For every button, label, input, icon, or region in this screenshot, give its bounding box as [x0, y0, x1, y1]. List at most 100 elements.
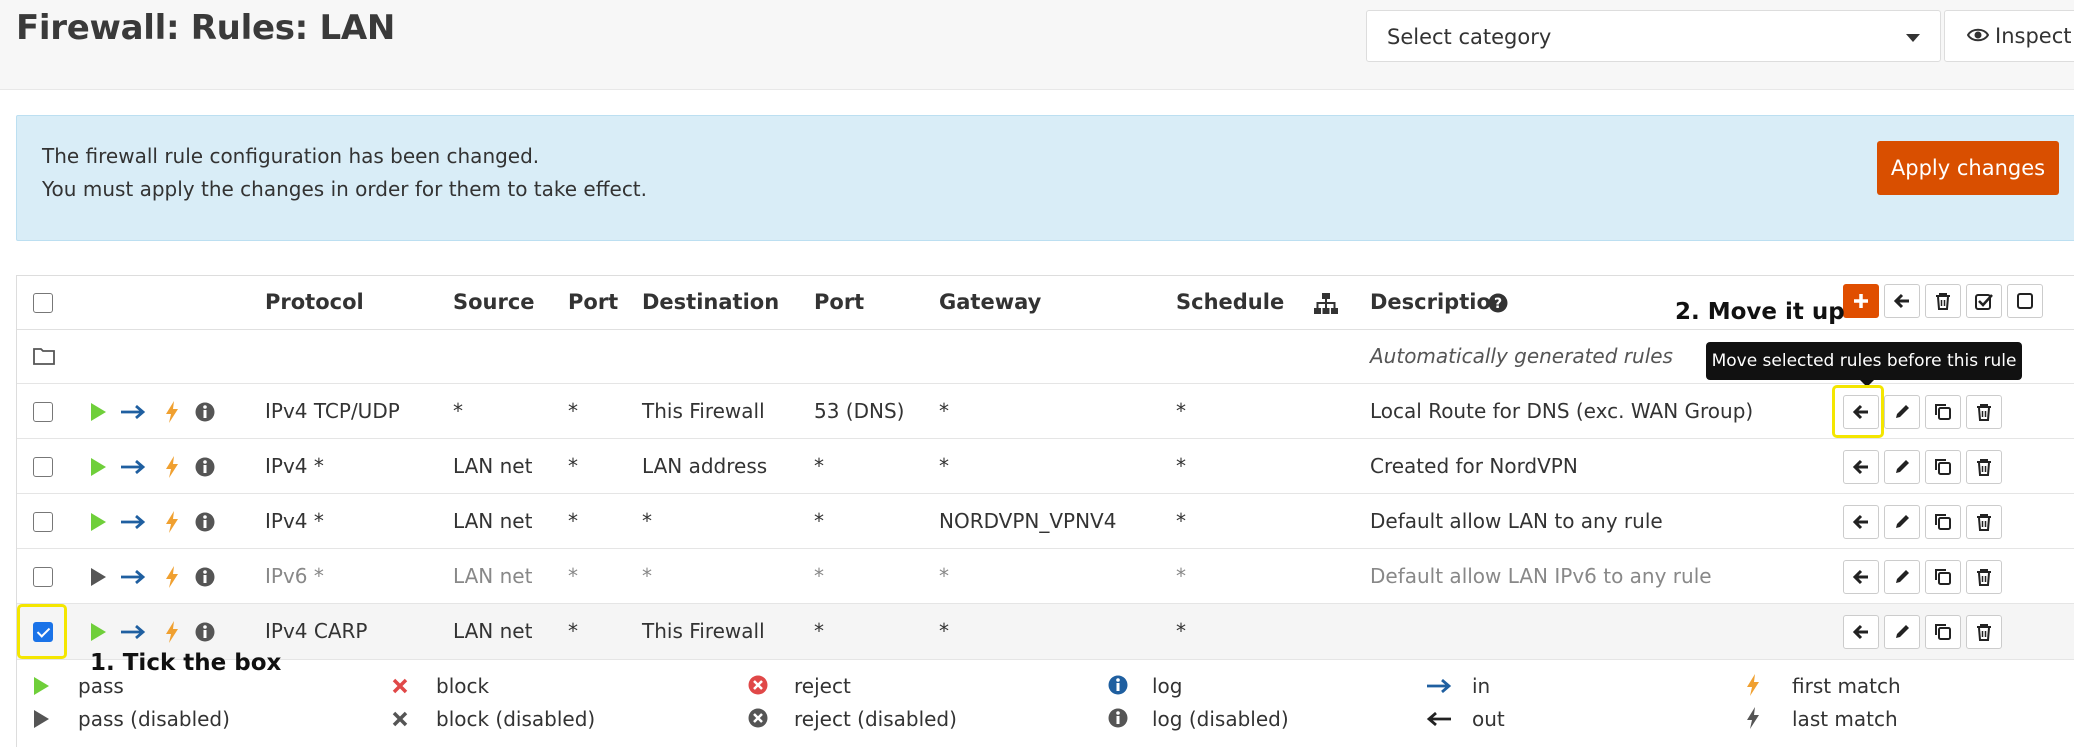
info-circle-icon[interactable]	[195, 622, 215, 642]
arrow-left-icon	[1852, 624, 1868, 640]
col-description: Description	[1370, 290, 1506, 314]
cell-description: Local Route for DNS (exc. WAN Group)	[1370, 399, 1754, 423]
row-checkbox[interactable]	[33, 567, 53, 587]
move-before-button[interactable]	[1843, 450, 1879, 484]
bolt-icon	[166, 566, 178, 588]
cell-gateway: *	[939, 619, 949, 643]
edit-rule-button[interactable]	[1884, 615, 1920, 649]
cell-schedule: *	[1176, 564, 1186, 588]
row-checkbox[interactable]	[33, 512, 53, 532]
inspect-label: Inspect	[1995, 24, 2072, 48]
play-icon[interactable]	[89, 402, 107, 422]
disable-selected-button[interactable]	[2007, 284, 2043, 318]
delete-rule-button[interactable]	[1966, 450, 2002, 484]
play-disabled-icon[interactable]	[89, 567, 107, 587]
row-checkbox[interactable]	[33, 457, 53, 477]
inspect-button[interactable]: Inspect	[1944, 10, 2074, 62]
cell-source: LAN net	[453, 509, 533, 533]
help-icon[interactable]: ?	[1488, 293, 1508, 313]
arrow-left-icon	[1852, 514, 1868, 530]
add-rule-button[interactable]	[1843, 284, 1879, 318]
edit-rule-button[interactable]	[1884, 560, 1920, 594]
info-circle-icon[interactable]	[195, 402, 215, 422]
cell-protocol: IPv6 *	[265, 564, 324, 588]
pencil-icon	[1896, 570, 1909, 583]
times-circle-icon	[748, 675, 768, 695]
toggle-selected-button[interactable]	[1966, 284, 2002, 318]
cell-destination: LAN address	[642, 454, 768, 478]
cell-gateway: *	[939, 399, 949, 423]
move-up-highlight	[1832, 385, 1884, 438]
cell-dest-port: *	[814, 564, 824, 588]
col-dest-port: Port	[814, 290, 865, 314]
legend-out: out	[1472, 707, 1505, 731]
cell-source-port: *	[568, 454, 578, 478]
delete-rule-button[interactable]	[1966, 395, 2002, 429]
top-bar: Firewall: Rules: LAN Select category Ins…	[0, 0, 2074, 90]
annotation-step-1: 1. Tick the box	[90, 650, 282, 676]
table-row[interactable]: IPv4 * LAN net * LAN address * * * Created for …	[17, 439, 2074, 494]
chevron-down-icon	[1906, 34, 1920, 42]
edit-rule-button[interactable]	[1884, 505, 1920, 539]
table-row[interactable]: IPv4 * LAN net * * * NORDVPN_VPNV4 * Default al…	[17, 494, 2074, 549]
table-row[interactable]: IPv4 CARP LAN net * This Firewall * * *	[17, 604, 2074, 660]
play-icon[interactable]	[89, 512, 107, 532]
delete-selected-button[interactable]	[1925, 284, 1961, 318]
pencil-icon	[1896, 460, 1909, 473]
clone-rule-button[interactable]	[1925, 395, 1961, 429]
copy-icon	[1935, 514, 1951, 530]
clone-rule-button[interactable]	[1925, 560, 1961, 594]
delete-rule-button[interactable]	[1966, 505, 2002, 539]
config-changed-alert: The firewall rule configuration has been…	[16, 115, 2074, 241]
apply-changes-button[interactable]: Apply changes	[1877, 141, 2059, 195]
legend-in: in	[1472, 674, 1491, 698]
folder-icon	[33, 348, 55, 365]
move-selected-button[interactable]	[1884, 284, 1920, 318]
table-row[interactable]: IPv4 TCP/UDP * * This Firewall 53 (DNS) * * Loc…	[17, 384, 2074, 439]
cell-protocol: IPv4 CARP	[265, 619, 368, 643]
move-before-button[interactable]	[1843, 505, 1879, 539]
check-square-icon	[1975, 294, 1993, 310]
legend-block-disabled: block (disabled)	[436, 707, 596, 731]
arrow-left-icon	[1852, 459, 1868, 475]
arrow-left-icon	[1893, 293, 1909, 309]
edit-rule-button[interactable]	[1884, 395, 1920, 429]
cell-dest-port: *	[814, 619, 824, 643]
bolt-icon	[166, 511, 178, 533]
cell-source-port: *	[568, 564, 578, 588]
clone-rule-button[interactable]	[1925, 450, 1961, 484]
info-circle-icon[interactable]	[195, 512, 215, 532]
times-disabled-icon	[392, 711, 408, 727]
clone-rule-button[interactable]	[1925, 505, 1961, 539]
delete-rule-button[interactable]	[1966, 560, 2002, 594]
cell-description: Created for NordVPN	[1370, 454, 1578, 478]
trash-icon	[1977, 624, 1991, 641]
info-circle-disabled-icon	[1108, 708, 1128, 728]
clone-rule-button[interactable]	[1925, 615, 1961, 649]
move-before-button[interactable]	[1843, 615, 1879, 649]
col-protocol: Protocol	[265, 290, 364, 314]
info-circle-icon[interactable]	[195, 457, 215, 477]
pencil-icon	[1896, 405, 1909, 418]
edit-rule-button[interactable]	[1884, 450, 1920, 484]
select-all-checkbox[interactable]	[33, 293, 53, 313]
info-circle-icon[interactable]	[195, 567, 215, 587]
times-circle-disabled-icon	[748, 708, 768, 728]
table-row[interactable]: IPv6 * LAN net * * * * * Default allow LAN IPv6…	[17, 549, 2074, 604]
cell-schedule: *	[1176, 399, 1186, 423]
move-before-button[interactable]	[1843, 560, 1879, 594]
arrow-left-icon	[1426, 712, 1451, 726]
auto-rules-label: Automatically generated rules	[1370, 344, 1673, 368]
category-select[interactable]: Select category	[1366, 10, 1941, 62]
play-icon	[34, 677, 49, 695]
cell-dest-port: *	[814, 509, 824, 533]
play-icon[interactable]	[89, 457, 107, 477]
row-checkbox[interactable]	[33, 402, 53, 422]
play-icon[interactable]	[89, 622, 107, 642]
square-icon	[2017, 293, 2033, 309]
delete-rule-button[interactable]	[1966, 615, 2002, 649]
cell-source-port: *	[568, 619, 578, 643]
col-destination: Destination	[642, 290, 780, 314]
copy-icon	[1935, 569, 1951, 585]
trash-icon	[1977, 459, 1991, 476]
